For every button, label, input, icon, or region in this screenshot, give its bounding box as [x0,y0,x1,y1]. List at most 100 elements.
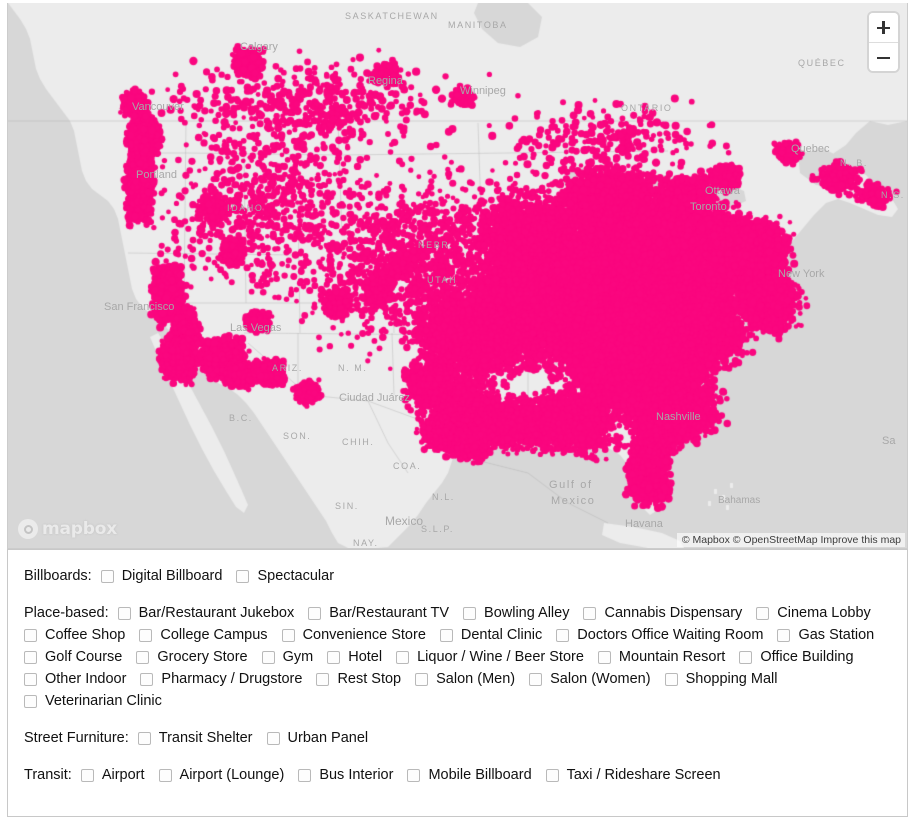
filter-checkbox-label[interactable]: Golf Course [45,646,122,668]
filter-checkbox-item[interactable]: Hotel [327,646,382,668]
filter-checkbox-label[interactable]: Bowling Alley [484,602,569,624]
filter-checkbox-item[interactable]: Transit Shelter [137,727,253,749]
checkbox-icon[interactable] [24,694,37,708]
checkbox-icon[interactable] [266,731,280,745]
filter-checkbox-label[interactable]: Dental Clinic [461,624,542,646]
filter-checkbox-item[interactable]: Bowling Alley [463,602,569,624]
filter-checkbox-label[interactable]: Other Indoor [45,668,126,690]
filter-checkbox-item[interactable]: Office Building [739,646,854,668]
filter-checkbox-item[interactable]: Shopping Mall [664,668,778,690]
checkbox-icon[interactable] [140,672,154,686]
map-canvas[interactable] [8,3,907,548]
checkbox-icon[interactable] [407,768,421,782]
checkbox-icon[interactable] [664,672,678,686]
checkbox-icon[interactable] [308,606,322,620]
checkbox-icon[interactable] [597,650,611,664]
checkbox-icon[interactable] [327,650,341,664]
checkbox-icon[interactable] [236,569,250,583]
filter-checkbox-item[interactable]: Digital Billboard [100,565,223,587]
checkbox-icon[interactable] [139,628,153,642]
filter-checkbox-label[interactable]: Grocery Store [157,646,247,668]
filter-checkbox-label[interactable]: Hotel [348,646,382,668]
map-canvas-wrap[interactable]: SASKATCHEWAN MANITOBA Calgary Regina Winnipe… [8,3,907,548]
zoom-in-button[interactable] [869,13,898,42]
filter-checkbox-label[interactable]: Taxi / Rideshare Screen [567,764,721,786]
filter-checkbox-label[interactable]: Mobile Billboard [428,764,531,786]
checkbox-icon[interactable] [529,672,543,686]
checkbox-icon[interactable] [137,731,151,745]
filter-checkbox-item[interactable]: Grocery Store [136,646,248,668]
filter-checkbox-label[interactable]: Gas Station [798,624,874,646]
filter-checkbox-item[interactable]: Mobile Billboard [407,764,532,786]
filter-checkbox-item[interactable]: Salon (Men) [415,668,515,690]
checkbox-icon[interactable] [439,628,453,642]
checkbox-icon[interactable] [24,672,37,686]
filter-checkbox-label[interactable]: Spectacular [257,565,334,587]
checkbox-icon[interactable] [158,768,172,782]
checkbox-icon[interactable] [316,672,330,686]
checkbox-icon[interactable] [463,606,477,620]
filter-checkbox-item[interactable]: Golf Course [24,646,122,668]
filter-checkbox-label[interactable]: Shopping Mall [686,668,778,690]
checkbox-icon[interactable] [136,650,150,664]
filter-checkbox-label[interactable]: Airport [102,764,145,786]
filter-checkbox-label[interactable]: Mountain Resort [619,646,725,668]
filter-checkbox-item[interactable]: Coffee Shop [24,624,125,646]
checkbox-icon[interactable] [777,628,791,642]
filter-checkbox-item[interactable]: Bar/Restaurant Jukebox [117,602,295,624]
filter-checkbox-label[interactable]: Bar/Restaurant TV [329,602,449,624]
filter-checkbox-item[interactable]: Gym [261,646,314,668]
checkbox-icon[interactable] [415,672,429,686]
checkbox-icon[interactable] [24,628,37,642]
checkbox-icon[interactable] [396,650,410,664]
filter-checkbox-label[interactable]: Transit Shelter [159,727,253,749]
checkbox-icon[interactable] [261,650,275,664]
filter-checkbox-item[interactable]: Rest Stop [316,668,401,690]
filter-checkbox-item[interactable]: Cannabis Dispensary [583,602,742,624]
filter-checkbox-item[interactable]: Dental Clinic [439,624,542,646]
attribution-mapbox-link[interactable]: © Mapbox [682,534,730,546]
checkbox-icon[interactable] [739,650,753,664]
filter-checkbox-label[interactable]: Salon (Men) [436,668,515,690]
filter-checkbox-item[interactable]: Urban Panel [266,727,369,749]
checkbox-icon[interactable] [756,606,770,620]
checkbox-icon[interactable] [556,628,570,642]
checkbox-icon[interactable] [281,628,295,642]
filter-checkbox-label[interactable]: Rest Stop [337,668,401,690]
checkbox-icon[interactable] [80,768,94,782]
filter-checkbox-label[interactable]: Digital Billboard [122,565,223,587]
filter-checkbox-label[interactable]: Urban Panel [288,727,369,749]
filter-checkbox-item[interactable]: Salon (Women) [529,668,651,690]
filter-checkbox-item[interactable]: Airport [80,764,145,786]
filter-checkbox-item[interactable]: Spectacular [236,565,334,587]
filter-checkbox-label[interactable]: Office Building [760,646,853,668]
filter-checkbox-label[interactable]: Convenience Store [303,624,426,646]
filter-checkbox-item[interactable]: Bus Interior [298,764,393,786]
filter-checkbox-label[interactable]: Gym [283,646,314,668]
filter-checkbox-label[interactable]: Coffee Shop [45,624,125,646]
checkbox-icon[interactable] [583,606,597,620]
zoom-out-button[interactable] [869,42,898,71]
checkbox-icon[interactable] [298,768,312,782]
checkbox-icon[interactable] [117,606,131,620]
filter-checkbox-item[interactable]: Gas Station [777,624,874,646]
filter-checkbox-item[interactable]: Doctors Office Waiting Room [556,624,763,646]
mapbox-logo[interactable]: mapbox [18,519,117,539]
filter-checkbox-item[interactable]: Airport (Lounge) [158,764,284,786]
filter-checkbox-label[interactable]: Bar/Restaurant Jukebox [139,602,295,624]
filter-checkbox-label[interactable]: Veterinarian Clinic [45,690,162,712]
filter-checkbox-label[interactable]: Doctors Office Waiting Room [577,624,763,646]
filter-checkbox-item[interactable]: Bar/Restaurant TV [308,602,449,624]
map-panel[interactable]: SASKATCHEWAN MANITOBA Calgary Regina Winnipe… [7,3,908,549]
checkbox-icon[interactable] [24,650,37,664]
filter-checkbox-item[interactable]: Mountain Resort [597,646,725,668]
filter-checkbox-item[interactable]: Taxi / Rideshare Screen [545,764,721,786]
filter-checkbox-item[interactable]: Veterinarian Clinic [24,690,162,712]
filter-checkbox-label[interactable]: Liquor / Wine / Beer Store [417,646,584,668]
filter-checkbox-label[interactable]: Salon (Women) [550,668,650,690]
filter-checkbox-label[interactable]: College Campus [160,624,267,646]
filter-checkbox-item[interactable]: Liquor / Wine / Beer Store [396,646,584,668]
attribution-osm-link[interactable]: © OpenStreetMap [733,534,818,546]
checkbox-icon[interactable] [100,569,114,583]
filter-checkbox-item[interactable]: College Campus [139,624,268,646]
